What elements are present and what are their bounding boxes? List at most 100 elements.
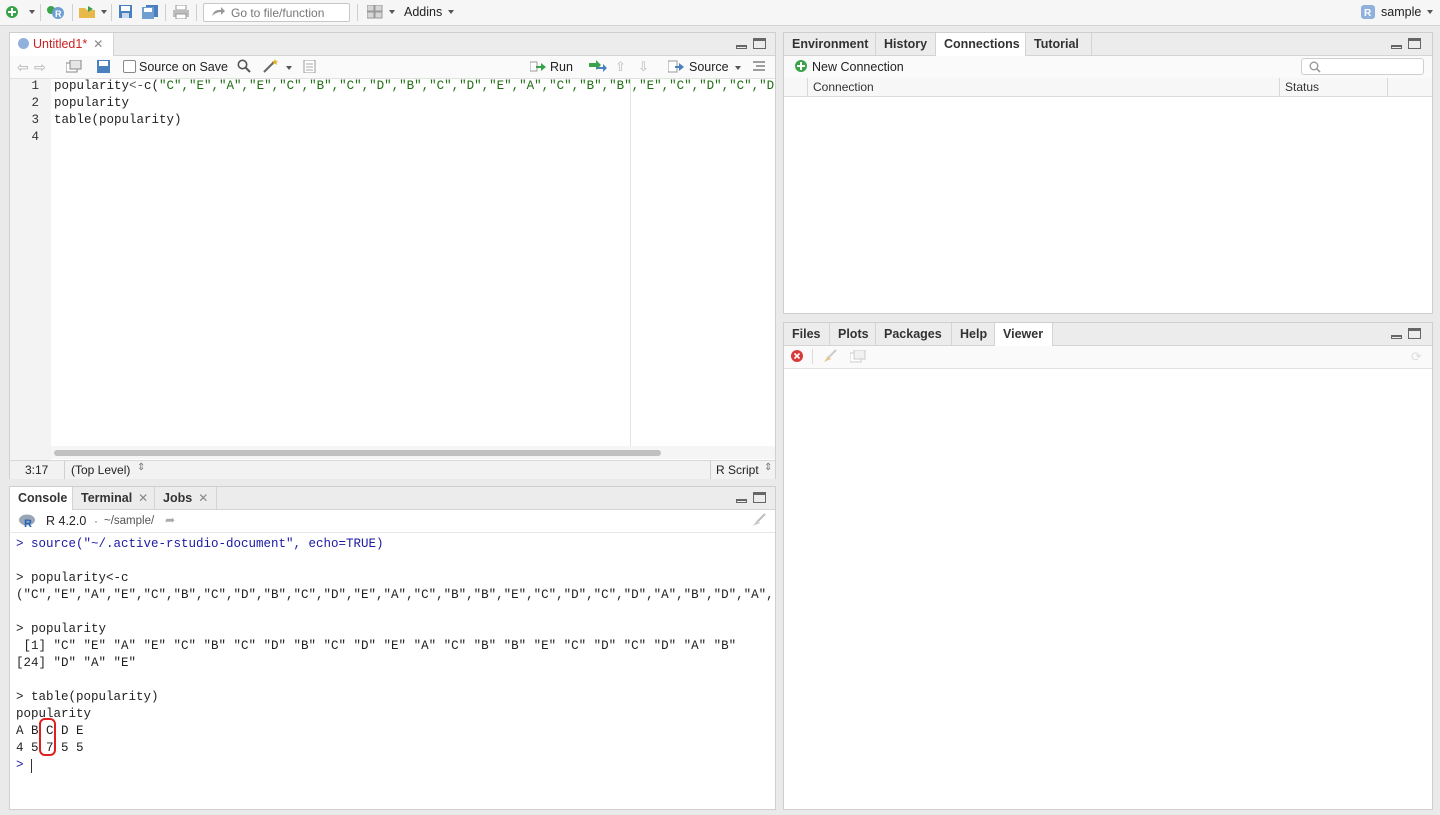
search-icon[interactable] xyxy=(237,59,251,76)
tab-help[interactable]: Help xyxy=(952,323,995,345)
code-token: <- xyxy=(129,79,145,93)
addins-dropdown[interactable] xyxy=(448,10,454,14)
source-on-save-checkbox[interactable] xyxy=(123,60,136,76)
remove-viewer-item-icon[interactable] xyxy=(790,349,804,366)
new-connection-icon[interactable] xyxy=(794,59,808,76)
source-dropdown[interactable] xyxy=(735,66,741,70)
viewer-window-controls[interactable] xyxy=(1391,328,1421,341)
close-icon[interactable]: ✕ xyxy=(138,491,148,505)
project-menu[interactable]: sample xyxy=(1381,5,1421,19)
tab-packages[interactable]: Packages xyxy=(876,323,952,345)
source-pane: Untitled1* ✕ ⇦ ⇨ Source on Save Run ⇧ ⇩ S… xyxy=(9,32,776,479)
show-in-window-icon[interactable] xyxy=(65,59,82,76)
tab-plots[interactable]: Plots xyxy=(830,323,876,345)
code-line-2: popularity xyxy=(54,96,130,110)
clear-console-broom-icon[interactable] xyxy=(751,513,767,530)
minimize-icon[interactable] xyxy=(1391,335,1402,339)
tab-tutorial[interactable]: Tutorial xyxy=(1026,33,1092,55)
rerun-icon[interactable] xyxy=(588,59,608,76)
line-number: 1 xyxy=(31,79,39,93)
minimize-icon[interactable] xyxy=(736,45,747,49)
code-line-1: popularity<-c("C","E","A","E","C","B","C… xyxy=(54,79,775,93)
save-icon[interactable] xyxy=(118,5,134,19)
maximize-icon[interactable] xyxy=(753,38,766,49)
column-status[interactable]: Status xyxy=(1280,78,1388,96)
save-all-icon[interactable] xyxy=(142,5,158,19)
console-line: [1] "C" "E" "A" "E" "C" "B" "C" "D" "B" … xyxy=(16,639,737,653)
run-icon[interactable] xyxy=(529,59,546,76)
go-to-next-section-icon[interactable]: ⇩ xyxy=(638,59,649,75)
print-icon[interactable] xyxy=(173,4,189,20)
tab-terminal[interactable]: Terminal ✕ xyxy=(73,487,155,509)
tab-environment[interactable]: Environment xyxy=(784,33,876,55)
addins-menu[interactable]: Addins xyxy=(404,5,442,19)
code-editor[interactable]: popularity<-c("C","E","A","E","C","B","C… xyxy=(51,79,775,446)
connections-table-header: Connection Status xyxy=(784,78,1432,97)
tab-files[interactable]: Files xyxy=(784,323,830,345)
tab-untitled1[interactable]: Untitled1* ✕ xyxy=(10,33,114,56)
open-recent-dropdown[interactable] xyxy=(101,10,107,14)
open-file-icon[interactable] xyxy=(78,5,98,19)
document-outline-icon[interactable] xyxy=(753,60,766,75)
header-spacer xyxy=(784,78,808,96)
console-pane: Console Terminal ✕ Jobs ✕ R R 4.2.0 · ~/sa… xyxy=(9,486,776,810)
source-window-controls[interactable] xyxy=(736,38,766,51)
horizontal-scrollbar-track xyxy=(51,446,775,459)
code-token: c( xyxy=(144,79,160,93)
forward-arrow-icon[interactable]: ⇨ xyxy=(34,59,46,76)
save-file-icon[interactable] xyxy=(97,60,111,76)
source-on-save-label: Source on Save xyxy=(139,60,228,74)
new-project-icon[interactable]: R xyxy=(46,5,66,19)
maximize-icon[interactable] xyxy=(753,492,766,503)
working-directory[interactable]: ~/sample/ xyxy=(104,515,154,527)
tab-history[interactable]: History xyxy=(876,33,936,55)
connections-search-input[interactable] xyxy=(1301,58,1424,75)
console-line: > table(popularity) xyxy=(16,690,159,704)
show-in-new-window-icon[interactable] xyxy=(849,349,866,366)
console-output[interactable]: > source("~/.active-rstudio-document", e… xyxy=(10,533,775,809)
column-connection[interactable]: Connection xyxy=(808,78,1280,96)
clear-viewer-broom-icon[interactable] xyxy=(822,349,838,366)
goto-arrow-icon xyxy=(210,6,226,21)
tab-jobs[interactable]: Jobs ✕ xyxy=(155,487,217,509)
console-line: > xyxy=(16,758,24,772)
code-string-token: "C","E","A","E","C","B","C","D","B","C",… xyxy=(159,79,775,93)
code-tools-wand-icon[interactable] xyxy=(262,59,280,76)
refresh-icon[interactable]: ⟳ xyxy=(1411,349,1422,365)
go-to-previous-section-icon[interactable]: ⇧ xyxy=(615,59,626,75)
goto-file-function-input[interactable]: Go to file/function xyxy=(203,3,350,22)
new-connection-button[interactable]: New Connection xyxy=(812,60,904,74)
scope-selector[interactable]: (Top Level) xyxy=(71,463,130,477)
tab-viewer[interactable]: Viewer xyxy=(995,323,1053,346)
new-file-icon[interactable] xyxy=(5,5,21,19)
code-token: popularity xyxy=(54,79,130,93)
connections-window-controls[interactable] xyxy=(1391,38,1421,51)
new-file-dropdown[interactable] xyxy=(29,10,35,14)
pane-layout-icon[interactable] xyxy=(366,4,383,19)
tab-console[interactable]: Console xyxy=(10,487,73,510)
minimize-icon[interactable] xyxy=(1391,45,1402,49)
compile-report-icon[interactable] xyxy=(303,59,317,76)
maximize-icon[interactable] xyxy=(1408,328,1421,339)
pane-layout-dropdown[interactable] xyxy=(389,10,395,14)
source-button[interactable]: Source xyxy=(689,60,729,74)
horizontal-scrollbar-thumb[interactable] xyxy=(54,450,661,456)
close-icon[interactable]: ✕ xyxy=(198,491,208,505)
files-tabstrip: Files Plots Packages Help Viewer xyxy=(784,323,1432,346)
back-arrow-icon[interactable]: ⇦ xyxy=(17,59,29,76)
code-tools-dropdown[interactable] xyxy=(286,66,292,70)
source-toolbar: ⇦ ⇨ Source on Save Run ⇧ ⇩ Source xyxy=(10,56,775,79)
console-window-controls[interactable] xyxy=(736,492,766,505)
file-type-selector[interactable]: R Script xyxy=(716,463,759,477)
source-icon[interactable] xyxy=(667,59,684,76)
maximize-icon[interactable] xyxy=(1408,38,1421,49)
project-dropdown[interactable] xyxy=(1427,10,1433,14)
close-icon[interactable]: ✕ xyxy=(93,37,103,51)
minimize-icon[interactable] xyxy=(736,499,747,503)
run-button[interactable]: Run xyxy=(550,60,573,74)
tab-terminal-label: Terminal xyxy=(81,491,133,505)
connections-toolbar: New Connection xyxy=(784,56,1432,79)
go-to-directory-icon[interactable]: ➦ xyxy=(165,513,175,527)
cursor-position: 3:17 xyxy=(25,463,49,477)
tab-connections[interactable]: Connections xyxy=(936,33,1026,56)
